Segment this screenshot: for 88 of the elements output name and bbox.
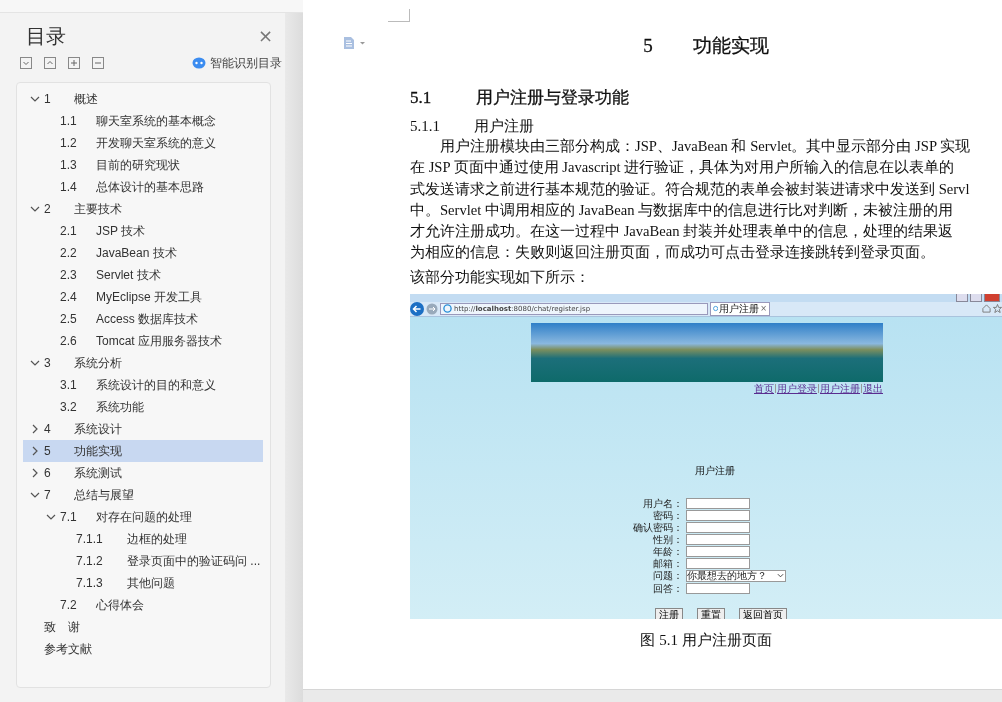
field-label: 确认密码： bbox=[632, 521, 683, 533]
toc-item[interactable]: 2.5 Access 数据库技术 bbox=[23, 308, 263, 330]
toc-item[interactable]: 3 系统分析 bbox=[23, 352, 263, 374]
toc-item[interactable]: 致 谢 bbox=[23, 616, 263, 638]
chevron-down-icon[interactable] bbox=[46, 514, 56, 520]
nav-link[interactable]: 用户登录 bbox=[777, 381, 817, 396]
toc-item[interactable]: 2 主要技术 bbox=[23, 198, 263, 220]
smart-toc-button[interactable]: 智能识别目录 bbox=[192, 54, 282, 72]
toc-item[interactable]: 5 功能实现 bbox=[23, 440, 263, 462]
section-heading: 5.1 用户注册与登录功能 bbox=[410, 87, 630, 109]
close-icon[interactable]: × bbox=[760, 304, 767, 314]
paragraph: 该部分功能实现如下所示： bbox=[410, 267, 591, 287]
toc-item[interactable]: 6 系统测试 bbox=[23, 462, 263, 484]
star-icon[interactable] bbox=[993, 304, 1002, 314]
toc-item[interactable]: 参考文献 bbox=[23, 638, 263, 660]
toc-item[interactable]: 7.1.2 登录页面中的验证码问 ... bbox=[23, 550, 263, 572]
chevron-down-icon[interactable] bbox=[30, 96, 40, 102]
toc-item[interactable]: 7 总结与展望 bbox=[23, 484, 263, 506]
back-icon[interactable] bbox=[410, 301, 424, 316]
chevron-right-icon[interactable] bbox=[32, 446, 38, 456]
subsection-heading: 5.1.1 用户注册 bbox=[410, 117, 535, 136]
toc-item[interactable]: 4 系统设计 bbox=[23, 418, 263, 440]
forward-icon[interactable] bbox=[426, 302, 438, 315]
input-field[interactable] bbox=[686, 521, 750, 533]
input-field[interactable] bbox=[686, 582, 750, 594]
toc-item[interactable]: 7.2 心得体会 bbox=[23, 594, 263, 616]
chevron-right-icon[interactable] bbox=[32, 424, 38, 434]
paragraph-line: 才允许注册成功。在这一过程中 JavaBean 封装并处理表单中的信息，处理的结果返 bbox=[410, 222, 955, 242]
input-field[interactable] bbox=[686, 557, 750, 569]
input-field[interactable] bbox=[686, 497, 750, 509]
chapter-heading: 5 功能实现 bbox=[642, 34, 770, 58]
toc-item[interactable]: 2.4 MyEclipse 开发工具 bbox=[23, 286, 263, 308]
form-button[interactable]: 返回首页 bbox=[739, 607, 787, 619]
chevron-down-icon[interactable] bbox=[30, 492, 40, 498]
toc-item[interactable]: 2.6 Tomcat 应用服务器技术 bbox=[23, 330, 263, 352]
figure-caption: 图 5.1 用户注册页面 bbox=[639, 630, 773, 650]
globe-icon bbox=[713, 304, 719, 314]
nav-link[interactable]: 退出 bbox=[863, 381, 883, 396]
chevron-down-icon[interactable] bbox=[777, 573, 784, 579]
nav-link[interactable]: 用户注册 bbox=[820, 381, 860, 396]
chevron-right-icon[interactable] bbox=[32, 468, 38, 478]
toc-item[interactable]: 3.2 系统功能 bbox=[23, 396, 263, 418]
nav-link[interactable]: 首页 bbox=[754, 381, 774, 396]
home-icon[interactable] bbox=[982, 304, 991, 314]
dropdown[interactable]: 你最想去的地方？ bbox=[686, 569, 786, 582]
toc-item[interactable]: 2.3 Servlet 技术 bbox=[23, 264, 263, 286]
paragraph-line: 用户注册模块由三部分构成：JSP、JavaBean 和 Servlet。其中显示部分由 JSP 实现 bbox=[439, 137, 972, 156]
toc-item[interactable]: 1.1 聊天室系统的基本概念 bbox=[23, 110, 263, 132]
chevron-down-icon[interactable] bbox=[30, 206, 40, 212]
form-button[interactable]: 重置 bbox=[697, 607, 725, 619]
field-label: 邮箱： bbox=[652, 557, 683, 569]
form-title: 用户注册 bbox=[695, 463, 736, 478]
field-label: 密码： bbox=[652, 509, 683, 521]
panel-title: 目录 bbox=[26, 23, 66, 49]
toc-item[interactable]: 3.1 系统设计的目的和意义 bbox=[23, 374, 263, 396]
minus-icon[interactable] bbox=[92, 57, 104, 69]
collapse-all-icon[interactable] bbox=[20, 57, 32, 69]
toc-item[interactable]: 7.1.1 边框的处理 bbox=[23, 528, 263, 550]
paragraph-line: 为相应的信息：失败则返回注册页面，而成功可点击登录连接跳转到登录页面。 bbox=[410, 243, 936, 263]
margin-corner-mark bbox=[388, 9, 410, 22]
toc-item[interactable]: 1.2 开发聊天室系统的意义 bbox=[23, 132, 263, 154]
input-field[interactable] bbox=[686, 533, 750, 545]
form-button[interactable]: 注册 bbox=[655, 607, 683, 619]
field-label: 性别： bbox=[652, 533, 683, 545]
robot-face-icon bbox=[192, 57, 206, 69]
toc-item[interactable]: 7.1.3 其他问题 bbox=[23, 572, 263, 594]
input-field[interactable] bbox=[686, 509, 750, 521]
paragraph-line: 式发送请求之前进行基本规范的验证。符合规范的表单会被封装进请求中发送到 Servl bbox=[410, 179, 971, 199]
chevron-down-icon[interactable] bbox=[30, 360, 40, 366]
toc-item[interactable]: 1.3 目前的研究现状 bbox=[23, 154, 263, 176]
paragraph-line: 在 JSP 页面中通过使用 Javascript 进行验证，具体为对用户所输入的信息在以表单的 bbox=[410, 158, 956, 178]
field-label: 年龄： bbox=[652, 545, 683, 557]
toc-item[interactable]: 1 概述 bbox=[23, 88, 263, 110]
tab-title: 用户注册 bbox=[719, 301, 760, 316]
toc-item[interactable]: 1.4 总体设计的基本思路 bbox=[23, 176, 263, 198]
toc-item[interactable]: 7.1 对存在问题的处理 bbox=[23, 506, 263, 528]
toc-item[interactable]: 2.2 JavaBean 技术 bbox=[23, 242, 263, 264]
globe-icon bbox=[443, 304, 452, 314]
field-label: 回答： bbox=[652, 582, 683, 594]
input-field[interactable] bbox=[686, 545, 750, 557]
close-button[interactable]: × bbox=[257, 27, 273, 45]
field-label: 用户名： bbox=[642, 497, 683, 509]
toc-item[interactable]: 2.1 JSP 技术 bbox=[23, 220, 263, 242]
expand-up-icon[interactable] bbox=[44, 57, 56, 69]
plus-icon[interactable] bbox=[68, 57, 80, 69]
paragraph-line: 中。Servlet 中调用相应的 JavaBean 与数据库中的信息进行比对判断，未被注册的用 bbox=[410, 200, 955, 220]
document-icon[interactable] bbox=[343, 36, 367, 50]
field-label: 问题： bbox=[652, 569, 683, 582]
